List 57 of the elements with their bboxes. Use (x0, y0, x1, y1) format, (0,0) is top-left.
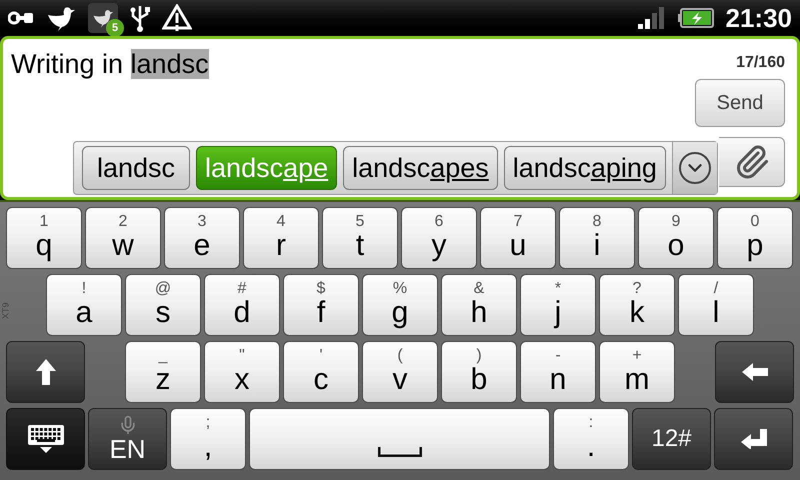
arrow-left-icon (742, 363, 768, 381)
symbols-key[interactable]: 12# (632, 408, 711, 470)
letter-key[interactable]: * j (520, 274, 596, 336)
space-key[interactable] (249, 408, 550, 470)
letter-key[interactable]: / l (678, 274, 754, 336)
letter-key[interactable]: ; , (170, 408, 246, 470)
letter-key[interactable]: ! a (46, 274, 122, 336)
letter-key[interactable]: ) b (441, 341, 517, 403)
letter-key[interactable]: 0 p (717, 207, 793, 269)
letter-key[interactable]: + m (599, 341, 675, 403)
signal-icon (638, 7, 666, 29)
letter-key[interactable]: 8 i (559, 207, 635, 269)
letter-key[interactable]: ( v (362, 341, 438, 403)
chevron-down-icon (678, 152, 711, 184)
letter-key[interactable]: 6 y (401, 207, 477, 269)
backspace-key[interactable] (715, 341, 794, 403)
letter-key[interactable]: _ z (125, 341, 201, 403)
language-key[interactable]: EN (88, 408, 167, 470)
letter-key[interactable]: # d (204, 274, 280, 336)
space-bar-icon (378, 447, 422, 457)
warning-icon (162, 4, 192, 32)
expand-suggestions-button[interactable] (672, 142, 717, 194)
letter-key[interactable]: 1 q (6, 207, 82, 269)
usb-icon (130, 4, 150, 32)
battery-charging-icon (678, 8, 714, 28)
suggestion-chip[interactable]: landscaping (504, 146, 666, 190)
clock: 21:30 (726, 5, 792, 31)
send-button[interactable]: Send (695, 79, 785, 127)
enter-arrow-icon (740, 429, 766, 449)
letter-key[interactable]: $ f (283, 274, 359, 336)
letter-key[interactable]: " x (204, 341, 280, 403)
letter-key[interactable]: % g (362, 274, 438, 336)
notification-badge: 5 (106, 19, 124, 37)
arrow-up-icon (36, 359, 56, 385)
letter-key[interactable]: - n (520, 341, 596, 403)
keyboard-icon (26, 424, 64, 454)
letter-key[interactable]: ? k (599, 274, 675, 336)
letter-key[interactable]: 3 e (164, 207, 240, 269)
hide-keyboard-key[interactable] (6, 408, 85, 470)
letter-key[interactable]: @ s (125, 274, 201, 336)
letter-key[interactable]: : . (553, 408, 629, 470)
letter-key[interactable]: 4 r (243, 207, 319, 269)
link-icon (8, 11, 34, 25)
character-counter: 17/160 (736, 53, 785, 73)
letter-key[interactable]: 2 w (85, 207, 161, 269)
suggestion-chip[interactable]: landsc (82, 146, 190, 190)
bird-icon (92, 8, 114, 28)
letter-key[interactable]: ' c (283, 341, 359, 403)
letter-key[interactable]: & h (441, 274, 517, 336)
letter-key[interactable]: 9 o (638, 207, 714, 269)
bird-icon (46, 5, 76, 31)
shift-key[interactable] (6, 341, 85, 403)
suggestion-chip[interactable]: landscapes (343, 146, 498, 190)
enter-key[interactable] (714, 408, 793, 470)
attach-button[interactable] (719, 137, 785, 187)
letter-key[interactable]: 7 u (480, 207, 556, 269)
letter-key[interactable]: 5 t (322, 207, 398, 269)
